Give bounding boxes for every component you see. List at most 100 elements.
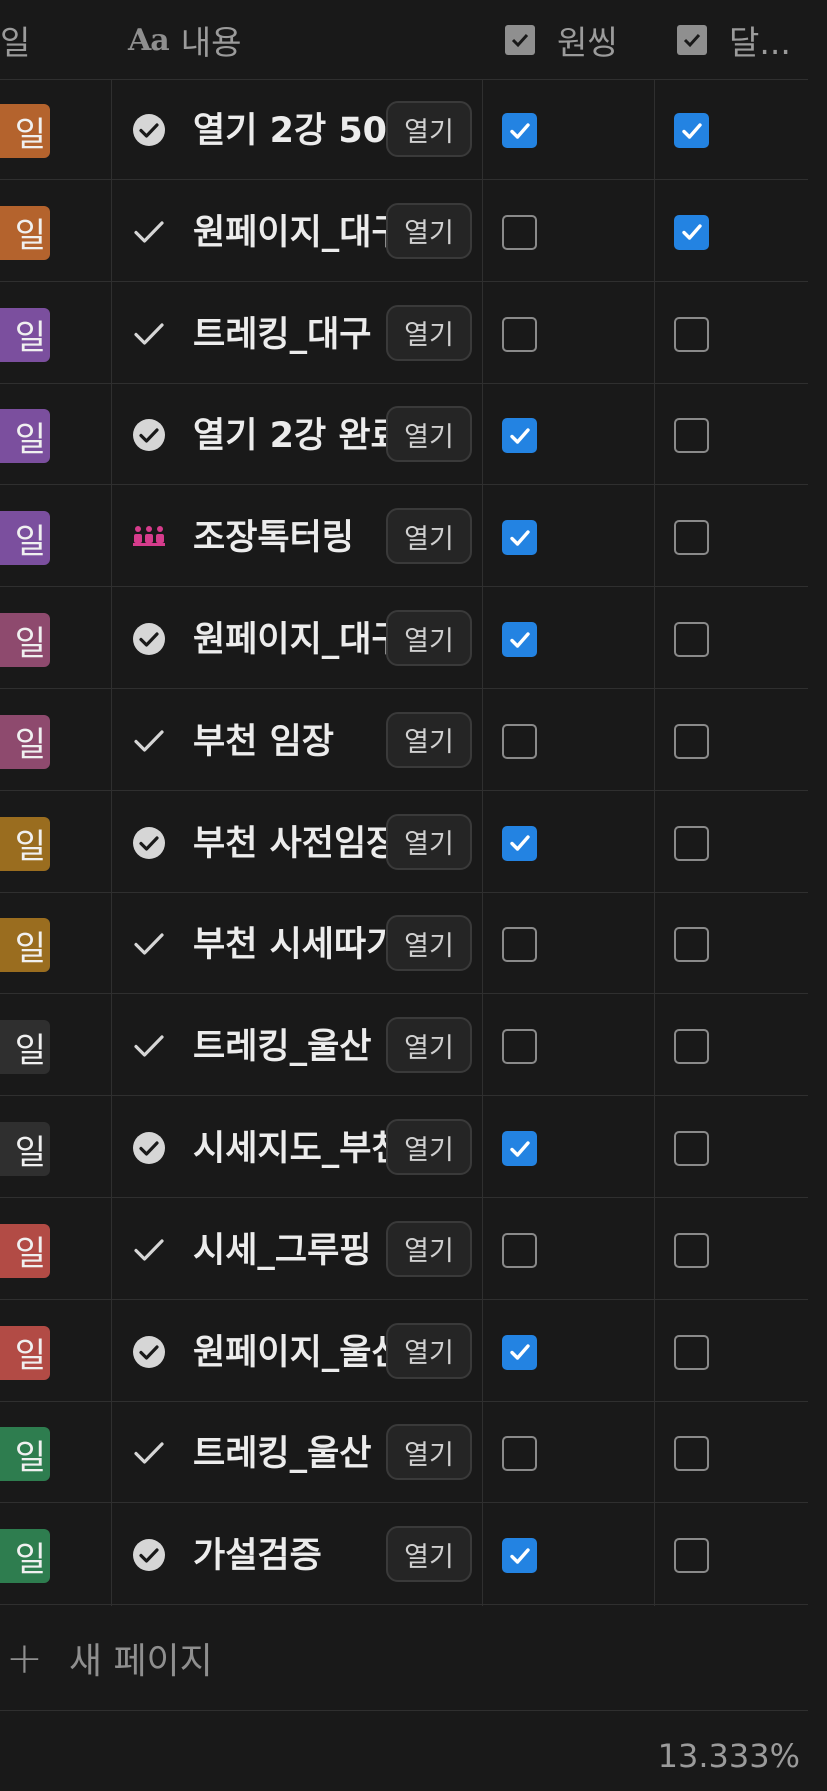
day-tag[interactable]: 일	[0, 1223, 50, 1278]
check-icon	[132, 1233, 166, 1267]
column-header-wsing[interactable]: 원씽	[505, 18, 618, 62]
day-tag[interactable]: 일	[0, 1020, 50, 1075]
dal-checkbox[interactable]	[674, 520, 709, 556]
dal-checkbox[interactable]	[674, 1232, 709, 1268]
new-page-label: 새 페이지	[68, 1641, 213, 1682]
column-header-day-label: 일	[0, 23, 31, 62]
column-header-content-label: 내용	[180, 23, 242, 62]
dal-checkbox[interactable]	[674, 1131, 709, 1166]
table-row[interactable]: 일 원페이지_울산 열기	[0, 1301, 808, 1402]
dal-checkbox[interactable]	[674, 214, 709, 250]
check-circle-icon	[132, 1538, 166, 1572]
dal-checkbox[interactable]	[674, 1436, 709, 1472]
wsing-checkbox[interactable]	[502, 1334, 537, 1370]
open-button[interactable]: 열기	[386, 304, 472, 361]
open-button[interactable]: 열기	[386, 1220, 472, 1277]
open-button[interactable]: 열기	[386, 508, 472, 565]
day-tag[interactable]: 일	[0, 1122, 50, 1176]
open-button[interactable]: 열기	[386, 711, 472, 768]
table-row[interactable]: 일 가설검증 열기	[0, 1504, 808, 1606]
table-row[interactable]: 일 부천 사전임장 열기	[0, 792, 808, 893]
column-header-content[interactable]: Aa 내용	[128, 18, 242, 63]
open-button[interactable]: 열기	[386, 915, 472, 972]
table-row[interactable]: 일 부천 임장 열기	[0, 690, 808, 791]
day-tag[interactable]: 일	[0, 1325, 50, 1380]
day-tag[interactable]: 일	[0, 918, 50, 973]
open-button[interactable]: 열기	[386, 1017, 472, 1074]
dal-checkbox[interactable]	[674, 316, 709, 352]
day-tag[interactable]: 일	[0, 409, 50, 464]
table-row[interactable]: 일 트레킹_울산 열기	[0, 1402, 808, 1504]
text-type-icon: Aa	[128, 22, 170, 58]
day-tag[interactable]: 일	[0, 816, 50, 871]
day-tag[interactable]: 일	[0, 104, 50, 158]
day-tag[interactable]: 일	[0, 205, 50, 260]
check-circle-icon	[132, 826, 166, 860]
table-row[interactable]: 일 시세지도_부천 열기	[0, 1097, 808, 1198]
open-button[interactable]: 열기	[386, 101, 472, 157]
dal-checkbox[interactable]	[674, 1029, 709, 1065]
checkbox-type-icon	[505, 25, 535, 55]
dal-checkbox[interactable]	[674, 927, 709, 963]
dal-checkbox[interactable]	[674, 825, 709, 861]
dal-checkbox[interactable]	[674, 723, 709, 759]
table-row[interactable]: 일 원페이지_대구 열기	[0, 588, 808, 689]
day-tag[interactable]: 일	[0, 511, 50, 566]
open-button[interactable]: 열기	[386, 1526, 472, 1583]
table-row[interactable]: 일 트레킹_울산 열기	[0, 995, 808, 1097]
dal-checkbox[interactable]	[674, 1334, 709, 1370]
new-page-button[interactable]: + 새 페이지	[0, 1606, 808, 1711]
day-tag[interactable]: 일	[0, 1427, 50, 1482]
table-row[interactable]: 일 열기 2강 완료 열기	[0, 384, 808, 486]
table-row[interactable]: 일 조장톡터링 열기	[0, 486, 808, 588]
wsing-checkbox[interactable]	[502, 723, 537, 759]
wsing-checkbox[interactable]	[502, 1029, 537, 1065]
table-header: 일 Aa 내용 원씽 달...	[0, 0, 808, 80]
wsing-checkbox[interactable]	[502, 316, 537, 352]
day-tag[interactable]: 일	[0, 1529, 50, 1584]
dal-checkbox[interactable]	[674, 622, 709, 657]
check-circle-icon	[132, 622, 166, 656]
table-row[interactable]: 일 시세_그루핑 열기	[0, 1199, 808, 1300]
wsing-checkbox[interactable]	[502, 622, 537, 657]
day-tag[interactable]: 일	[0, 613, 50, 667]
table-row[interactable]: 일 원페이지_대구 열기	[0, 181, 808, 282]
table-row[interactable]: 일 열기 2강 500 열기	[0, 79, 808, 180]
day-tag[interactable]: 일	[0, 307, 50, 362]
wsing-checkbox[interactable]	[502, 1131, 537, 1166]
wsing-checkbox[interactable]	[502, 214, 537, 250]
wsing-checkbox[interactable]	[502, 418, 537, 454]
dal-checkbox[interactable]	[674, 1538, 709, 1574]
dal-checkbox[interactable]	[674, 418, 709, 454]
completion-percent: 13.333%	[657, 1737, 800, 1775]
wsing-checkbox[interactable]	[502, 1232, 537, 1268]
table-row[interactable]: 일 부천 시세따기 열기	[0, 893, 808, 995]
check-circle-icon	[132, 418, 166, 452]
wsing-checkbox[interactable]	[502, 520, 537, 556]
table-row[interactable]: 일 트레킹_대구 열기	[0, 283, 808, 384]
wsing-checkbox[interactable]	[502, 113, 537, 148]
open-button[interactable]: 열기	[386, 1322, 472, 1379]
open-button[interactable]: 열기	[386, 202, 472, 259]
check-circle-icon	[132, 1131, 166, 1165]
dal-checkbox[interactable]	[674, 113, 709, 148]
column-header-wsing-label: 원씽	[557, 23, 618, 62]
open-button[interactable]: 열기	[386, 610, 472, 666]
check-circle-icon	[132, 1335, 166, 1369]
wsing-checkbox[interactable]	[502, 1436, 537, 1472]
checkbox-type-icon	[677, 25, 707, 55]
plus-icon: +	[6, 1632, 43, 1684]
check-icon	[132, 724, 166, 758]
column-header-day[interactable]: 일	[0, 18, 30, 62]
wsing-checkbox[interactable]	[502, 825, 537, 861]
wsing-checkbox[interactable]	[502, 927, 537, 963]
wsing-checkbox[interactable]	[502, 1538, 537, 1574]
open-button[interactable]: 열기	[386, 1119, 472, 1175]
day-tag[interactable]: 일	[0, 714, 50, 769]
people-icon	[132, 520, 166, 554]
check-icon	[132, 215, 166, 249]
open-button[interactable]: 열기	[386, 406, 472, 463]
column-header-dal[interactable]: 달...	[677, 18, 791, 62]
open-button[interactable]: 열기	[386, 813, 472, 870]
open-button[interactable]: 열기	[386, 1424, 472, 1481]
